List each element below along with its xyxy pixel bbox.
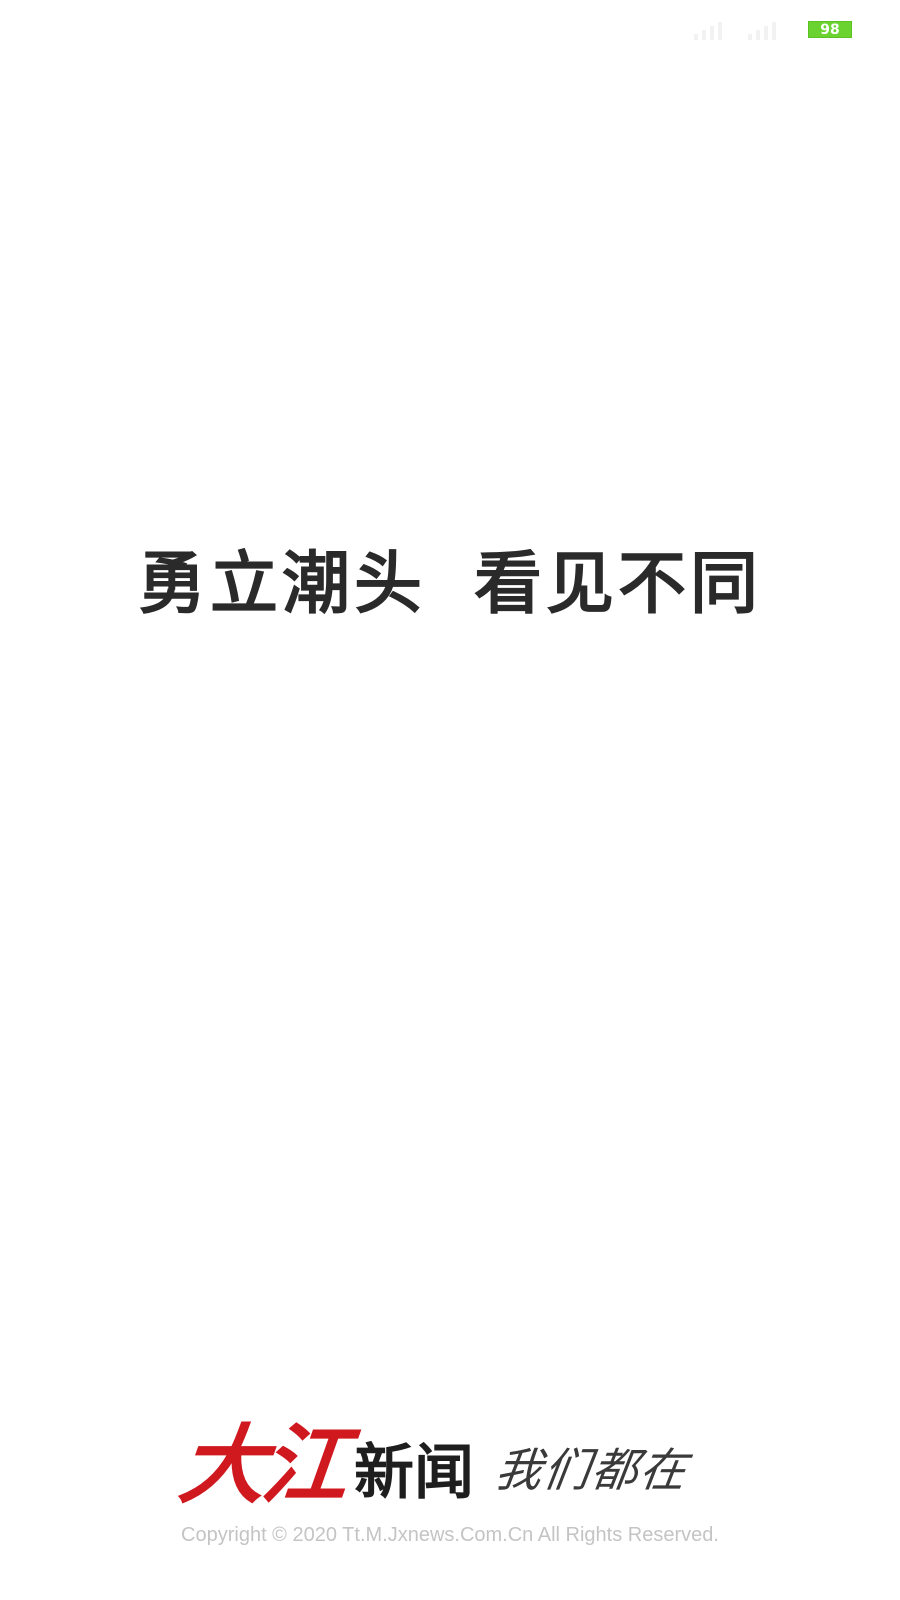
status-bar: 98: [0, 0, 900, 60]
battery-level: 98: [820, 22, 840, 38]
brand-lockup: 大江 新闻 我们都在: [175, 1415, 740, 1516]
copyright-text: Copyright © 2020 Tt.M.Jxnews.Com.Cn All …: [181, 1524, 719, 1546]
slogan-part-1: 勇立潮头: [137, 543, 426, 624]
signal-bars-icon: [748, 20, 788, 40]
brand-news-label: 新闻: [354, 1438, 474, 1508]
battery-icon: 98: [808, 21, 852, 38]
slogan-part-2: 看见不同: [474, 543, 763, 624]
splash-slogan: 勇立潮头 看见不同: [0, 532, 900, 624]
signal-bars-icon: [694, 20, 734, 40]
brand-tagline: 我们都在: [492, 1443, 692, 1497]
brand-logo: 大江: [174, 1415, 350, 1516]
